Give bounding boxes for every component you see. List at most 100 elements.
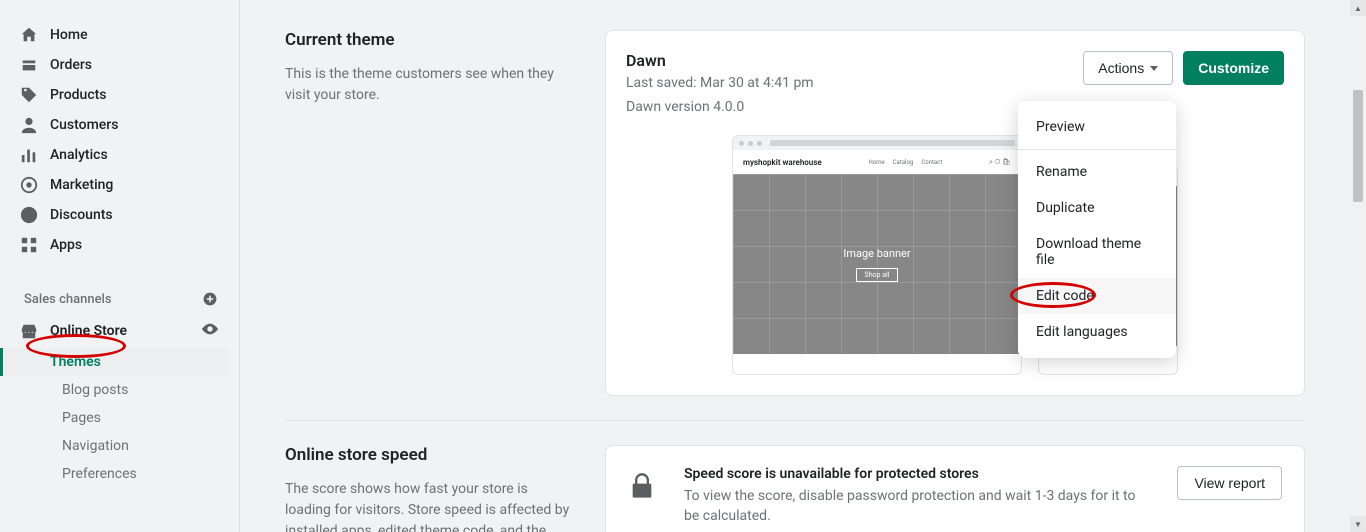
nav-label: Marketing [50, 177, 113, 193]
sales-channels-label: Sales channels [24, 292, 112, 307]
nav-label: Products [50, 87, 107, 103]
speed-desc: The score shows how fast your store is l… [285, 479, 575, 532]
nav-apps[interactable]: Apps [0, 230, 239, 260]
tag-icon [20, 86, 38, 104]
nav-online-store[interactable]: Online Store [0, 314, 239, 348]
section-left: Current theme This is the theme customer… [285, 30, 575, 396]
dropdown-duplicate[interactable]: Duplicate [1018, 190, 1176, 226]
nav-analytics[interactable]: Analytics [0, 140, 239, 170]
sales-channels-heading: Sales channels [0, 280, 239, 314]
theme-actions: Actions Customize [1083, 51, 1284, 85]
window-dot [739, 141, 744, 146]
nav-label: Home [50, 27, 88, 43]
current-theme-desc: This is the theme customers see when the… [285, 64, 575, 106]
preview-icons: ⌕ ⚆ 🛍 [989, 158, 1011, 167]
add-channel-button[interactable] [201, 290, 219, 308]
scroll-down-button[interactable]: ▼ [1350, 516, 1366, 532]
speed-text: Speed score is unavailable for protected… [684, 466, 1151, 527]
current-theme-section: Current theme This is the theme customer… [285, 30, 1305, 396]
dropdown-divider [1018, 149, 1176, 150]
person-icon [20, 116, 38, 134]
theme-card: Dawn Last saved: Mar 30 at 4:41 pm Dawn … [605, 30, 1305, 396]
theme-version: Dawn version 4.0.0 [626, 98, 814, 118]
customize-label: Customize [1198, 60, 1269, 76]
nav-label: Apps [50, 237, 82, 253]
online-store-subnav: Themes Blog posts Pages Navigation Prefe… [0, 348, 239, 488]
nav-marketing[interactable]: Marketing [0, 170, 239, 200]
scroll-thumb[interactable] [1353, 90, 1363, 202]
dropdown-preview[interactable]: Preview [1018, 109, 1176, 145]
dropdown-label: Rename [1036, 164, 1087, 180]
hero-pattern [733, 174, 1021, 354]
nav-label: Customers [50, 117, 118, 133]
current-theme-heading: Current theme [285, 30, 575, 50]
nav-products[interactable]: Products [0, 80, 239, 110]
target-icon [20, 176, 38, 194]
customize-button[interactable]: Customize [1183, 51, 1284, 85]
dropdown-label: Duplicate [1036, 200, 1095, 216]
dropdown-label: Download theme file [1036, 236, 1141, 268]
theme-preview-pair: myshopkit warehouse Home Catalog Contact… [626, 135, 1284, 375]
vertical-scrollbar[interactable]: ▲ ▼ [1350, 0, 1366, 532]
preview-hero: Image banner Shop all [733, 174, 1021, 354]
dropdown-label: Edit code [1036, 288, 1094, 304]
preview-site-header: myshopkit warehouse Home Catalog Contact… [733, 150, 1021, 174]
nav-customers[interactable]: Customers [0, 110, 239, 140]
scroll-track[interactable] [1350, 16, 1366, 516]
subnav-pages[interactable]: Pages [50, 404, 239, 432]
preview-nav: Home Catalog Contact [869, 159, 943, 166]
dropdown-edit-languages[interactable]: Edit languages [1018, 314, 1176, 350]
speed-section: Online store speed The score shows how f… [285, 445, 1305, 532]
hero-cta: Shop all [856, 268, 899, 282]
desktop-preview: myshopkit warehouse Home Catalog Contact… [732, 135, 1022, 375]
store-icon [20, 322, 38, 340]
subnav-label: Preferences [62, 466, 137, 482]
eye-icon[interactable] [201, 320, 219, 342]
preview-brand: myshopkit warehouse [743, 158, 822, 167]
theme-card-header: Dawn Last saved: Mar 30 at 4:41 pm Dawn … [626, 51, 1284, 117]
preview-nav-item: Home [869, 159, 885, 166]
theme-name: Dawn [626, 51, 814, 70]
dropdown-label: Edit languages [1036, 324, 1128, 340]
grid-icon [20, 236, 38, 254]
browser-chrome [733, 136, 1021, 150]
dropdown-download[interactable]: Download theme file [1018, 226, 1176, 278]
preview-nav-item: Catalog [893, 159, 914, 166]
nav-label: Online Store [50, 323, 127, 339]
percent-icon [20, 206, 38, 224]
speed-card-desc: To view the score, disable password prot… [684, 486, 1151, 527]
house-icon [20, 26, 38, 44]
subnav-label: Navigation [62, 438, 129, 454]
subnav-blog-posts[interactable]: Blog posts [50, 376, 239, 404]
actions-button[interactable]: Actions [1083, 51, 1173, 85]
view-report-button[interactable]: View report [1177, 466, 1282, 500]
section-divider [285, 420, 1305, 421]
subnav-preferences[interactable]: Preferences [50, 460, 239, 488]
speed-card: Speed score is unavailable for protected… [605, 445, 1305, 532]
nav-label: Discounts [50, 207, 113, 223]
dropdown-rename[interactable]: Rename [1018, 154, 1176, 190]
nav-label: Analytics [50, 147, 108, 163]
address-bar [770, 140, 1015, 146]
view-report-label: View report [1194, 475, 1265, 491]
scroll-up-button[interactable]: ▲ [1350, 0, 1366, 16]
nav-discounts[interactable]: Discounts [0, 200, 239, 230]
subnav-themes[interactable]: Themes [0, 348, 229, 376]
dropdown-label: Preview [1036, 119, 1085, 135]
dropdown-edit-code[interactable]: Edit code [1018, 278, 1176, 314]
main-content: Current theme This is the theme customer… [240, 0, 1350, 532]
window-dot [757, 141, 762, 146]
hero-caption: Image banner [843, 247, 910, 260]
lock-icon [628, 466, 658, 496]
subnav-navigation[interactable]: Navigation [50, 432, 239, 460]
nav-home[interactable]: Home [0, 20, 239, 50]
theme-last-saved: Last saved: Mar 30 at 4:41 pm [626, 74, 814, 94]
actions-label: Actions [1098, 60, 1144, 76]
subnav-label: Pages [62, 410, 101, 426]
speed-card-title: Speed score is unavailable for protected… [684, 466, 1151, 482]
inbox-icon [20, 56, 38, 74]
caret-down-icon [1150, 66, 1158, 71]
actions-dropdown: Preview Rename Duplicate Download theme … [1018, 101, 1176, 358]
nav-orders[interactable]: Orders [0, 50, 239, 80]
preview-nav-item: Contact [921, 159, 942, 166]
